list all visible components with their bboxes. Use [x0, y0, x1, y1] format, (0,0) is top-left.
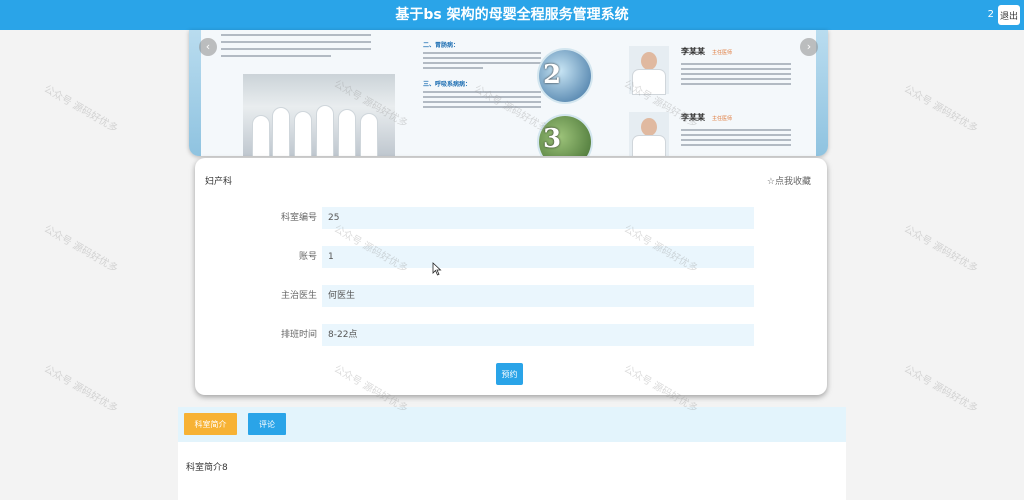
top-bar: 基于bs 架构的母婴全程服务管理系统 2 退出	[0, 0, 1024, 30]
watermark: 公众号 源码好优多	[901, 223, 980, 275]
watermark: 公众号 源码好优多	[901, 83, 980, 135]
field-row-account: 账号 1	[195, 246, 827, 268]
tab-comments[interactable]: 评论	[248, 413, 286, 435]
department-name: 妇产科	[205, 177, 233, 187]
section-tabs: 科室简介 评论	[178, 407, 846, 442]
department-detail-card: 妇产科 ☆点我收藏 科室编号 25 账号 1 主治医生 何医生 排班时间 8-2…	[195, 158, 827, 395]
doctor-name: 李某某	[681, 47, 705, 56]
field-label: 科室编号	[280, 213, 317, 223]
field-row-dept-id: 科室编号 25	[195, 207, 827, 229]
doctor-field[interactable]: 何医生	[322, 285, 754, 307]
favorite-button[interactable]: ☆点我收藏	[767, 174, 811, 187]
field-label: 排班时间	[280, 330, 317, 340]
banner-carousel: 二、胃肠病： 三、呼吸系病病： 2 3 李某某 主任医师 李某某 主任医师 ‹ …	[189, 30, 828, 156]
watermark: 公众号 源码好优多	[901, 363, 980, 415]
dept-id-field[interactable]: 25	[322, 207, 754, 229]
staff-photo	[243, 74, 395, 156]
schedule-field[interactable]: 8-22点	[322, 324, 754, 346]
tab-content: 科室简介8	[178, 442, 846, 500]
tab-department-intro[interactable]: 科室简介	[184, 413, 237, 435]
mouse-cursor-icon	[432, 262, 442, 276]
user-name: 2	[987, 9, 994, 20]
doctor-name: 李某某	[681, 113, 705, 122]
logout-button[interactable]: 退出	[998, 5, 1020, 25]
doctor-title: 主任医师	[712, 116, 733, 122]
banner-image: 二、胃肠病： 三、呼吸系病病： 2 3 李某某 主任医师 李某某 主任医师	[201, 30, 816, 156]
field-row-schedule: 排班时间 8-22点	[195, 324, 827, 346]
app-title: 基于bs 架构的母婴全程服务管理系统	[395, 7, 629, 23]
banner-text-column	[221, 30, 396, 62]
kidney-circle: 2	[539, 50, 591, 102]
field-row-doctor: 主治医生 何医生	[195, 285, 827, 307]
doctor-photo	[629, 46, 669, 94]
chevron-right-icon[interactable]: ›	[800, 38, 818, 56]
field-label: 主治医生	[280, 291, 317, 301]
department-intro-text: 科室简介8	[186, 463, 228, 473]
watermark: 公众号 源码好优多	[41, 363, 120, 415]
doctor-photo	[629, 112, 669, 156]
chevron-left-icon[interactable]: ‹	[199, 38, 217, 56]
reserve-button[interactable]: 预约	[496, 363, 523, 385]
doctor-title: 主任医师	[712, 50, 733, 56]
account-field[interactable]: 1	[322, 246, 754, 268]
watermark: 公众号 源码好优多	[41, 83, 120, 135]
banner-section-2: 二、胃肠病： 三、呼吸系病病：	[423, 38, 543, 111]
field-label: 账号	[298, 252, 317, 262]
lungs-circle: 3	[539, 116, 591, 156]
watermark: 公众号 源码好优多	[41, 223, 120, 275]
